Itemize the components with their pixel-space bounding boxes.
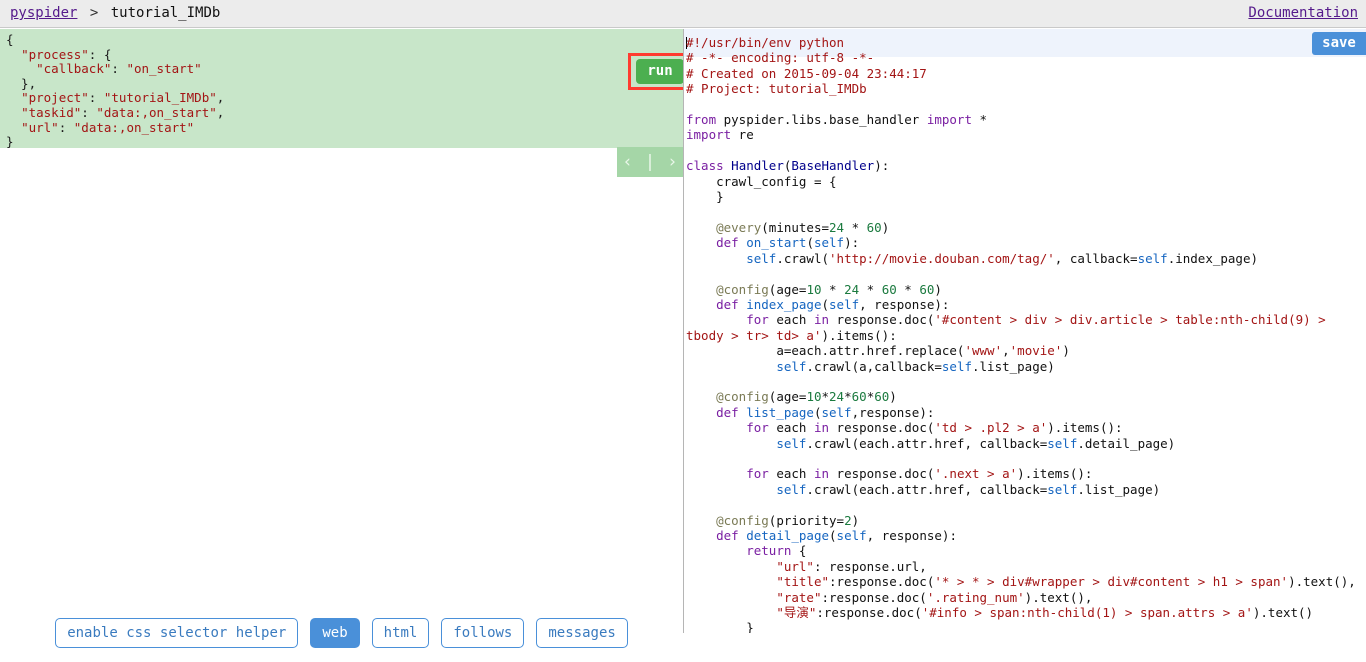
documentation-link[interactable]: Documentation (1248, 4, 1358, 23)
nav-divider-icon: | (644, 151, 656, 172)
debugger-toolbar: enable css selector helper web html follows… (0, 604, 683, 662)
task-json-content: { "process": { "callback": "on_start" },… (6, 32, 225, 148)
toolbar-button-messages[interactable]: messages (536, 618, 628, 648)
breadcrumb-current-project: tutorial_IMDb (110, 5, 221, 21)
run-button[interactable]: run (636, 59, 684, 84)
run-button-wrap: run (636, 59, 684, 84)
app-header: pyspider > tutorial_IMDb Documentation (0, 0, 1366, 28)
debugger-pane: { "process": { "callback": "on_start" },… (0, 29, 697, 648)
task-navigation: ‹ | › (617, 147, 683, 177)
code-editor-content[interactable]: #!/usr/bin/env python # -*- encoding: ut… (686, 35, 1366, 633)
breadcrumb-separator: > (89, 5, 99, 21)
next-task-icon[interactable]: › (669, 153, 676, 171)
task-json-panel[interactable]: { "process": { "callback": "on_start" },… (0, 29, 683, 148)
toolbar-button-enable-css-selector-helper[interactable]: enable css selector helper (55, 618, 299, 648)
prev-task-icon[interactable]: ‹ (624, 153, 631, 171)
breadcrumb-link-pyspider[interactable]: pyspider (10, 5, 77, 21)
toolbar-button-follows[interactable]: follows (441, 618, 525, 648)
breadcrumb: pyspider > tutorial_IMDb (10, 4, 220, 23)
toolbar-button-web[interactable]: web (310, 618, 360, 648)
code-editor-pane: save #!/usr/bin/env python # -*- encodin… (684, 29, 1366, 633)
toolbar-button-html[interactable]: html (371, 618, 430, 648)
